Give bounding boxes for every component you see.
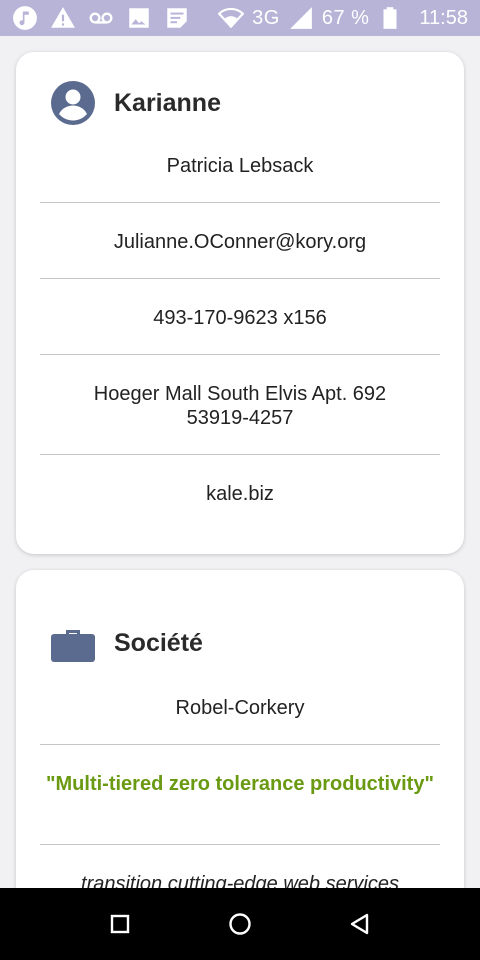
contact-phone[interactable]: 493-170-9623 x156 [40, 306, 440, 330]
content-scroll[interactable]: Karianne Patricia Lebsack Julianne.OConn… [0, 36, 480, 888]
address-line2: 53919-4257 [186, 407, 294, 429]
contact-card-title: Karianne [114, 88, 221, 117]
divider [40, 354, 440, 355]
company-card-title: Société [114, 628, 203, 657]
battery-icon [377, 5, 403, 31]
address-line1: Hoeger Mall South Elvis Apt. 692 [93, 383, 387, 405]
clock: 11:58 [419, 6, 468, 29]
back-triangle-icon[interactable] [346, 910, 374, 938]
alert-icon [50, 5, 76, 31]
home-circle-icon[interactable] [226, 910, 254, 938]
contact-email[interactable]: Julianne.OConner@kory.org [40, 230, 440, 254]
divider [40, 744, 440, 745]
divider [40, 278, 440, 279]
company-card: Société Robel-Corkery "Multi-tiered zero… [16, 570, 464, 888]
account-circle-icon [50, 80, 96, 126]
status-bar: 3G 67 % 11:58 [0, 0, 480, 36]
company-name: Robel-Corkery [175, 697, 305, 719]
contact-card: Karianne Patricia Lebsack Julianne.OConn… [16, 52, 464, 554]
voicemail-icon [88, 5, 114, 31]
divider [40, 202, 440, 203]
company-bs: transition cutting-edge web services [81, 873, 399, 888]
contact-website[interactable]: kale.biz [40, 482, 440, 506]
company-catch-phrase: "Multi-tiered zero tolerance productivit… [46, 773, 434, 795]
recents-square-icon[interactable] [106, 910, 134, 938]
contact-address[interactable]: Hoeger Mall South Elvis Apt. 692 53919-4… [40, 382, 440, 430]
wifi-icon [217, 5, 245, 31]
notes-icon [164, 5, 190, 31]
network-type: 3G [252, 6, 280, 29]
divider [40, 454, 440, 455]
divider [40, 844, 440, 845]
image-icon [126, 5, 152, 31]
battery-percent: 67 % [321, 6, 370, 29]
signal-icon [288, 5, 314, 31]
contact-name: Patricia Lebsack [166, 155, 314, 177]
navigation-bar [0, 888, 480, 960]
contact-card-header: Karianne [50, 80, 221, 126]
briefcase-icon [50, 620, 96, 666]
company-card-header: Société [50, 620, 203, 666]
music-icon [12, 5, 38, 31]
